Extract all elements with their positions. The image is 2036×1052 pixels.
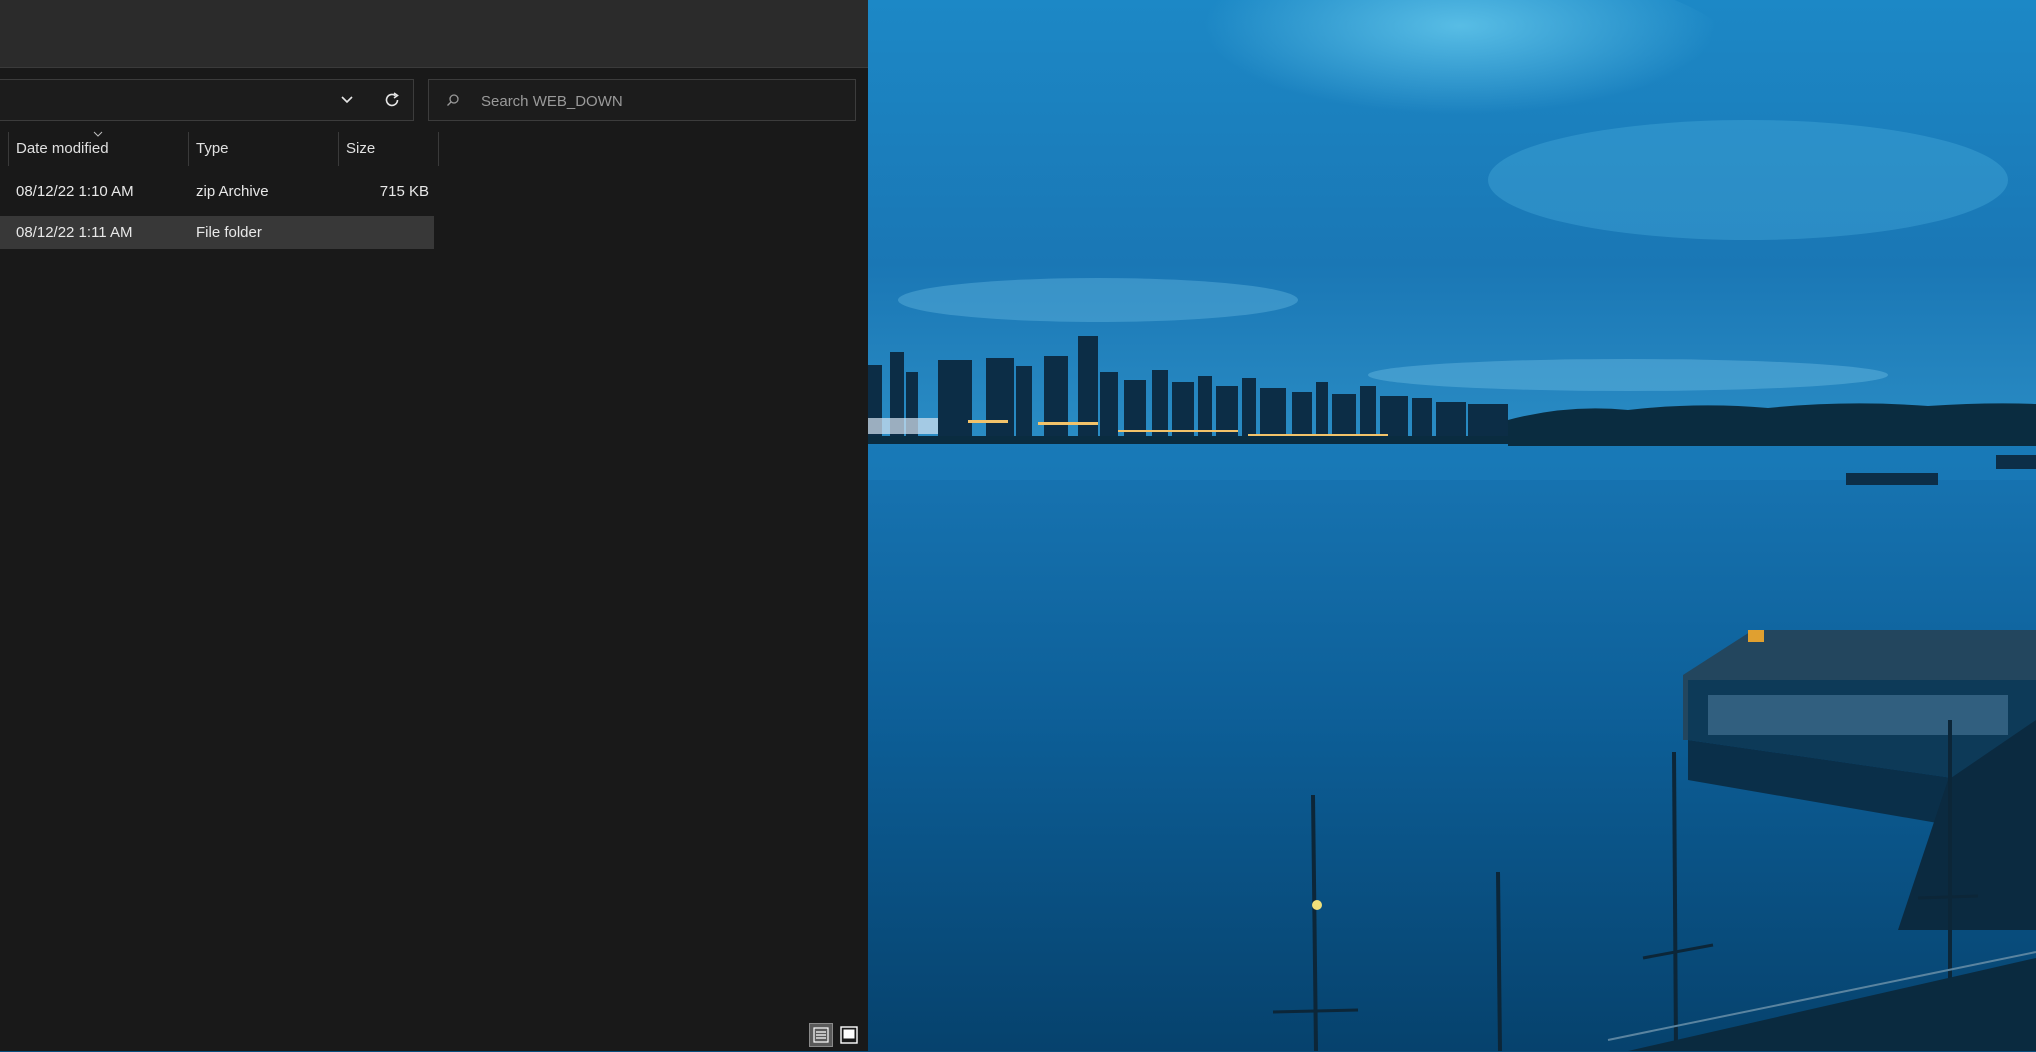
column-header-date-modified[interactable]: Date modified	[16, 130, 109, 168]
file-type: zip Archive	[196, 183, 269, 200]
large-icons-view-icon	[840, 1026, 858, 1044]
file-type: File folder	[196, 224, 262, 241]
search-input[interactable]	[479, 80, 843, 122]
file-date: 08/12/22 1:11 AM	[16, 224, 133, 241]
title-bar[interactable]	[0, 0, 868, 68]
file-row[interactable]: 08/12/22 1:11 AM File folder	[0, 216, 434, 249]
desktop-wallpaper	[868, 0, 2036, 1051]
file-size: 715 KB	[379, 183, 429, 200]
file-explorer-window: Date modified Type Size 08/12/22 1:10 AM…	[0, 0, 869, 1051]
harbor-skyline-image	[868, 0, 2036, 1051]
column-divider[interactable]	[438, 132, 439, 166]
address-bar[interactable]	[0, 79, 414, 121]
file-date: 08/12/22 1:10 AM	[16, 183, 134, 200]
chevron-down-icon[interactable]	[339, 92, 355, 108]
column-divider[interactable]	[8, 132, 9, 166]
column-header-type[interactable]: Type	[196, 130, 229, 168]
large-icons-view-button[interactable]	[837, 1023, 861, 1047]
file-row[interactable]: 08/12/22 1:10 AM zip Archive 715 KB	[0, 175, 434, 208]
column-divider[interactable]	[338, 132, 339, 166]
column-divider[interactable]	[188, 132, 189, 166]
refresh-icon[interactable]	[382, 90, 402, 110]
details-view-icon	[813, 1027, 829, 1043]
search-box[interactable]	[428, 79, 856, 122]
search-icon	[447, 94, 459, 106]
details-view-button[interactable]	[809, 1023, 833, 1047]
column-header-size[interactable]: Size	[346, 130, 375, 168]
